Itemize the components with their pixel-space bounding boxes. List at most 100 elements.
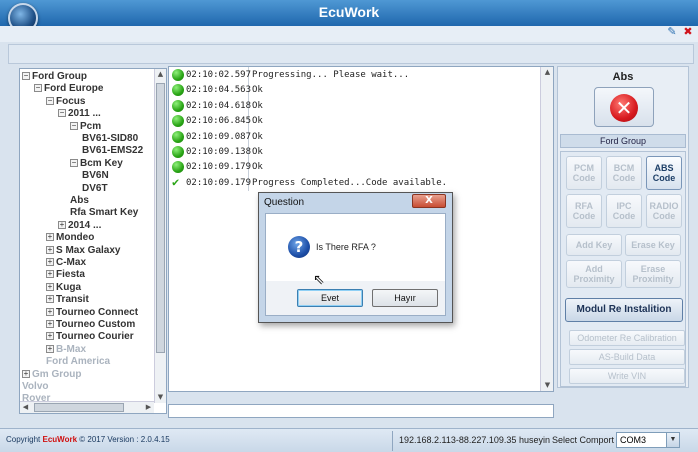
- pcm-code-button[interactable]: PCM Code: [566, 156, 602, 190]
- tree-node-label: Tourneo Custom: [56, 319, 136, 330]
- expand-icon[interactable]: +: [46, 307, 54, 316]
- radio-code-button[interactable]: RADIO Code: [646, 194, 682, 228]
- tree-node[interactable]: + Tourneo Courier: [46, 331, 134, 343]
- expand-icon[interactable]: +: [46, 270, 54, 279]
- bcm-code-button[interactable]: BCM Code: [606, 156, 642, 190]
- collapse-icon[interactable]: −: [70, 158, 78, 167]
- scroll-down-icon[interactable]: ▼: [542, 380, 553, 391]
- tree-vertical-scrollbar[interactable]: ▲ ▼: [154, 69, 166, 403]
- tree-node-label: Ford America: [46, 356, 111, 368]
- rfa-code-button[interactable]: RFA Code: [566, 194, 602, 228]
- tree-node[interactable]: + Kuga: [46, 282, 81, 294]
- expand-icon[interactable]: +: [46, 233, 54, 242]
- expand-icon[interactable]: +: [46, 295, 54, 304]
- status-dot-icon: [172, 161, 184, 174]
- tree-node[interactable]: DV6T: [82, 183, 108, 195]
- tree-node[interactable]: + B-Max: [46, 344, 86, 356]
- log-time: 02:10:09.138: [186, 147, 252, 157]
- expand-icon[interactable]: +: [46, 344, 54, 353]
- copyright-prefix: Copyright: [6, 435, 41, 444]
- tree-node-label: Transit: [56, 294, 89, 306]
- tree-node[interactable]: Volvo: [22, 381, 48, 393]
- no-button[interactable]: Hayır: [372, 289, 438, 307]
- abs-code-button[interactable]: ABS Code: [646, 156, 682, 190]
- tree-node[interactable]: −2011 ...: [58, 108, 101, 120]
- vehicle-tree[interactable]: − Ford Group − Ford Europe − Focus −2011 ... − P…: [19, 68, 167, 414]
- as-build-data-button[interactable]: AS-Build Data: [569, 349, 685, 365]
- tree-horizontal-scrollbar[interactable]: ◀ ▶: [20, 401, 154, 413]
- tree-node[interactable]: − Bcm Key: [70, 158, 123, 170]
- status-dot-icon: [172, 99, 184, 112]
- tree-node[interactable]: − Pcm: [70, 121, 101, 133]
- status-bar: Copyright EcuWork © 2017 Version : 2.0.4…: [0, 428, 698, 452]
- collapse-icon[interactable]: −: [46, 96, 54, 105]
- module-status-button[interactable]: ✕: [594, 87, 654, 127]
- tree-node[interactable]: + Mondeo: [46, 232, 94, 244]
- comport-select[interactable]: COM3 ▼: [616, 432, 680, 448]
- write-vin-button[interactable]: Write VIN: [569, 368, 685, 384]
- chevron-down-icon[interactable]: ▼: [666, 433, 679, 447]
- expand-icon[interactable]: +: [46, 320, 54, 328]
- log-row: 02:10:04.563 Ok: [169, 83, 539, 98]
- expand-icon[interactable]: +: [46, 258, 54, 266]
- erase-proximity-button[interactable]: Erase Proximity: [625, 260, 681, 288]
- tree-node[interactable]: + Gm Group: [22, 369, 81, 381]
- log-row: 02:10:02.597 Progressing... Please wait..…: [169, 68, 539, 83]
- collapse-icon[interactable]: −: [34, 84, 42, 93]
- tree-node-label: Tourneo Connect: [56, 306, 139, 318]
- scroll-right-icon[interactable]: ▶: [143, 402, 154, 413]
- yes-button[interactable]: Evet: [297, 289, 363, 307]
- tree-node[interactable]: + Tourneo Connect: [46, 307, 138, 319]
- collapse-icon[interactable]: −: [58, 109, 66, 118]
- scroll-down-icon[interactable]: ▼: [155, 392, 166, 403]
- tree-node[interactable]: + Transit: [46, 294, 89, 306]
- expand-icon[interactable]: +: [46, 332, 54, 341]
- tree-node[interactable]: Ford America: [46, 356, 110, 368]
- group-label: Ford Group: [560, 134, 686, 148]
- tree-node[interactable]: BV61-EMS22: [82, 145, 143, 157]
- log-vertical-scrollbar[interactable]: ▲ ▼: [540, 67, 553, 391]
- tree-node-label: 2014 ...: [68, 219, 102, 231]
- tree-node[interactable]: − Ford Europe: [34, 83, 103, 95]
- tree-node[interactable]: − Focus: [46, 96, 85, 108]
- tree-node[interactable]: + Tourneo Custom: [46, 319, 135, 331]
- expand-icon[interactable]: +: [22, 369, 30, 378]
- tree-node[interactable]: + Fiesta: [46, 269, 85, 281]
- tree-node[interactable]: BV61-SID80: [82, 133, 138, 145]
- tree-node-label: Abs: [70, 195, 89, 206]
- log-time: 02:10:09.087: [186, 131, 252, 142]
- tree-content: − Ford Group − Ford Europe − Focus −2011 ... − P…: [20, 69, 154, 403]
- scroll-thumb[interactable]: [34, 403, 124, 412]
- scroll-up-icon[interactable]: ▲: [542, 67, 553, 78]
- erase-key-button[interactable]: Erase Key: [625, 234, 681, 256]
- collapse-icon[interactable]: −: [70, 121, 78, 130]
- module-panel: Abs ✕ Ford Group PCM Code BCM Code ABS C…: [557, 66, 689, 388]
- add-key-button[interactable]: Add Key: [566, 234, 622, 256]
- tree-node-label: Ford Group: [32, 71, 87, 82]
- scroll-left-icon[interactable]: ◀: [20, 402, 31, 413]
- add-proximity-button[interactable]: Add Proximity: [566, 260, 622, 288]
- tree-node[interactable]: − Ford Group: [22, 71, 87, 83]
- help-icon[interactable]: ✎: [666, 26, 678, 38]
- log-input-bar: [168, 404, 554, 418]
- tree-node[interactable]: Abs: [70, 195, 89, 207]
- close-icon[interactable]: ✖: [682, 26, 694, 38]
- tree-node[interactable]: Rfa Smart Key: [70, 207, 138, 219]
- expand-icon[interactable]: +: [58, 220, 66, 229]
- tree-node[interactable]: BV6N: [82, 170, 109, 182]
- expand-icon[interactable]: +: [46, 245, 54, 254]
- collapse-icon[interactable]: −: [22, 72, 30, 80]
- expand-icon[interactable]: +: [46, 282, 54, 291]
- log-message: Progress Completed...Code available.: [252, 177, 448, 188]
- tree-node[interactable]: + C-Max: [46, 257, 86, 269]
- odometer-recalibration-button[interactable]: Odometer Re Calibration: [569, 330, 685, 346]
- scroll-up-icon[interactable]: ▲: [155, 69, 166, 80]
- tree-node-label: Pcm: [80, 120, 102, 132]
- tree-node[interactable]: + S Max Galaxy: [46, 245, 120, 257]
- modul-reinstall-button[interactable]: Modul Re Instalition: [565, 298, 683, 322]
- tree-node-label: BV61-SID80: [82, 133, 139, 144]
- ipc-code-button[interactable]: IPC Code: [606, 194, 642, 228]
- dialog-close-button[interactable]: X: [412, 194, 446, 208]
- scroll-thumb[interactable]: [156, 83, 165, 353]
- tree-node[interactable]: +2014 ...: [58, 220, 101, 232]
